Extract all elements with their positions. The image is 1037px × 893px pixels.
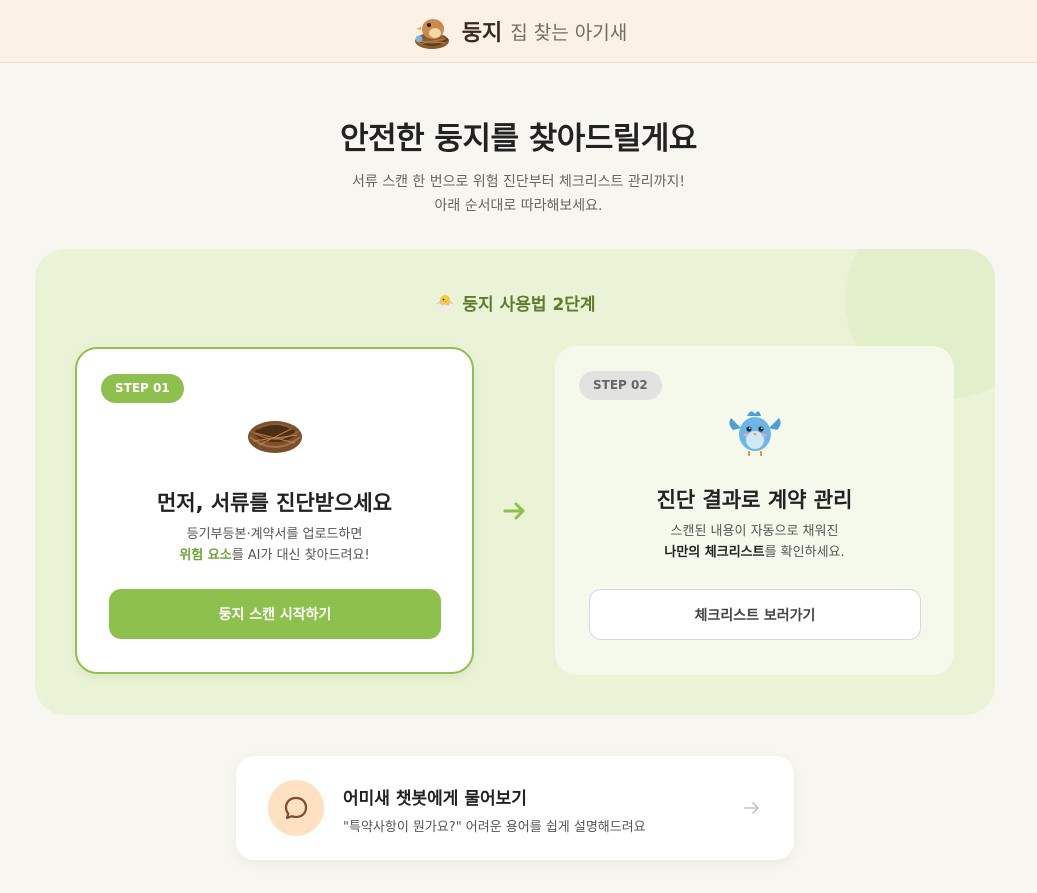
hero-subtitle-line2: 아래 순서대로 따라해보세요. [434, 198, 603, 214]
steps-panel-title: 둥지 사용법 2단계 [35, 290, 995, 315]
brand-tagline: 집 찾는 아기새 [510, 21, 628, 44]
step-title: 진단 결과로 계약 관리 [656, 488, 853, 512]
step-badge: STEP 01 [101, 374, 184, 403]
step-description-line2: 나만의 체크리스트를 확인하세요. [555, 542, 954, 563]
arrow-right-icon[interactable] [742, 798, 762, 818]
step-description-line2: 위험 요소를 AI가 대신 찾아드려요! [77, 545, 472, 566]
hero-subtitle-line1: 서류 스캔 한 번으로 위험 진단부터 체크리스트 관리까지! [351, 174, 685, 190]
hero-title: 안전한 둥지를 찾아드릴게요 [340, 121, 697, 157]
brand-name: 둥지 [461, 21, 503, 46]
step-description-line2-rest: 를 AI가 대신 찾아드려요! [231, 548, 370, 563]
step-description-line1: 등기부등본·계약서를 업로드하면 [186, 527, 363, 542]
risk-highlight: 위험 요소 [179, 548, 232, 563]
step-card-checklist: STEP 02 진단 결과로 계약 관리 스캔된 내용이 자동으로 채워진 나만… [555, 346, 954, 675]
step-title: 먼저, 서류를 진단받으세요 [156, 491, 393, 515]
chatbot-title: 어미새 챗봇에게 물어보기 [343, 789, 527, 809]
bluebird-icon [728, 411, 781, 456]
step-card-scan: STEP 01 먼저, 서류를 진단받으세요 등기부등본·계약서를 업로드하면 … [75, 347, 474, 674]
hero-subtitle: 서류 스캔 한 번으로 위험 진단부터 체크리스트 관리까지! 아래 순서대로 … [0, 170, 1037, 218]
chat-bubble-icon [268, 780, 324, 836]
brand[interactable]: 둥지 집 찾는 아기새 [410, 11, 627, 51]
view-checklist-button[interactable]: 체크리스트 보러가기 [589, 589, 921, 640]
checklist-highlight: 나만의 체크리스트 [664, 545, 765, 560]
start-scan-button[interactable]: 둥지 스캔 시작하기 [109, 589, 441, 639]
nest-icon [247, 421, 302, 453]
chat-bubble-glyph [284, 796, 308, 820]
hatching-chick-icon [437, 294, 454, 313]
steps-panel: 둥지 사용법 2단계 STEP 01 먼저, 서류를 진단받으세요 등기부등본·… [35, 249, 995, 715]
card-illustration [555, 404, 954, 460]
chatbot-card[interactable]: 어미새 챗봇에게 물어보기 "특약사항이 뭔가요?" 어려운 용어를 쉽게 설명… [236, 756, 794, 860]
top-header: 둥지 집 찾는 아기새 [0, 0, 1037, 63]
step-description-line1: 스캔된 내용이 자동으로 채워진 [670, 524, 839, 539]
card-illustration [77, 407, 472, 463]
bird-in-nest-icon [414, 19, 449, 49]
step-description: 등기부등본·계약서를 업로드하면 위험 요소를 AI가 대신 찾아드려요! [77, 524, 472, 566]
step-description: 스캔된 내용이 자동으로 채워진 나만의 체크리스트를 확인하세요. [555, 521, 954, 563]
steps-panel-title-text: 둥지 사용법 2단계 [462, 295, 596, 315]
step-badge: STEP 02 [579, 371, 662, 400]
arrow-right-icon [503, 502, 525, 520]
step-description-line2-rest: 를 확인하세요. [764, 545, 845, 560]
chatbot-description: "특약사항이 뭔가요?" 어려운 용어를 쉽게 설명해드려요 [343, 820, 646, 835]
